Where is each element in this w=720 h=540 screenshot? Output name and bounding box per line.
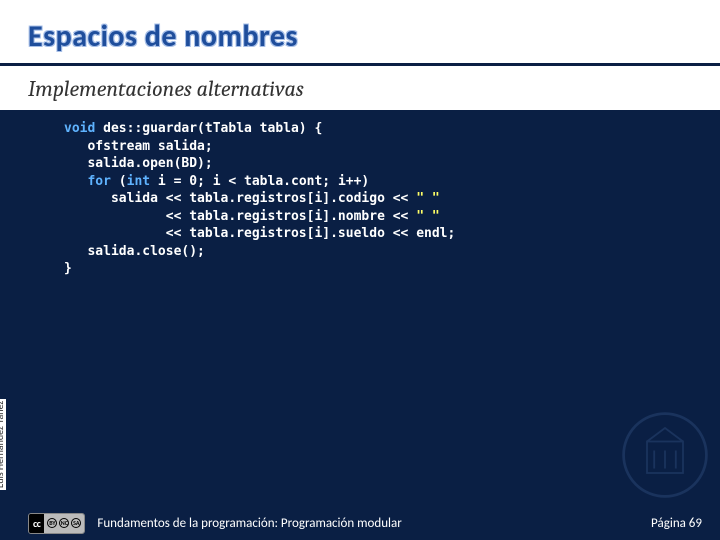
page-number: Página 69 [651,516,702,531]
cc-sa-icon: SA [71,518,81,528]
cc-nc-icon: NC [59,518,69,528]
page-title: Espacios de nombres [28,18,720,55]
header: Espacios de nombres [0,0,720,66]
cc-terms: BY NC SA [44,514,84,533]
subheader: Implementaciones alternativas [0,66,720,110]
cc-license-badge: cc BY NC SA [28,513,85,534]
cc-icon: cc [29,514,44,533]
subtitle: Implementaciones alternativas [28,76,720,102]
cc-by-icon: BY [47,518,57,528]
author-label: Luis Hernández Yáñez [0,399,6,490]
footer-text: Fundamentos de la programación: Programa… [97,516,651,531]
code-block: void des::guardar(tTabla tabla) { ofstre… [0,110,720,278]
code-content: void des::guardar(tTabla tabla) { ofstre… [64,120,720,278]
footer: cc BY NC SA Fundamentos de la programaci… [0,506,720,540]
institution-seal-icon [620,410,710,500]
